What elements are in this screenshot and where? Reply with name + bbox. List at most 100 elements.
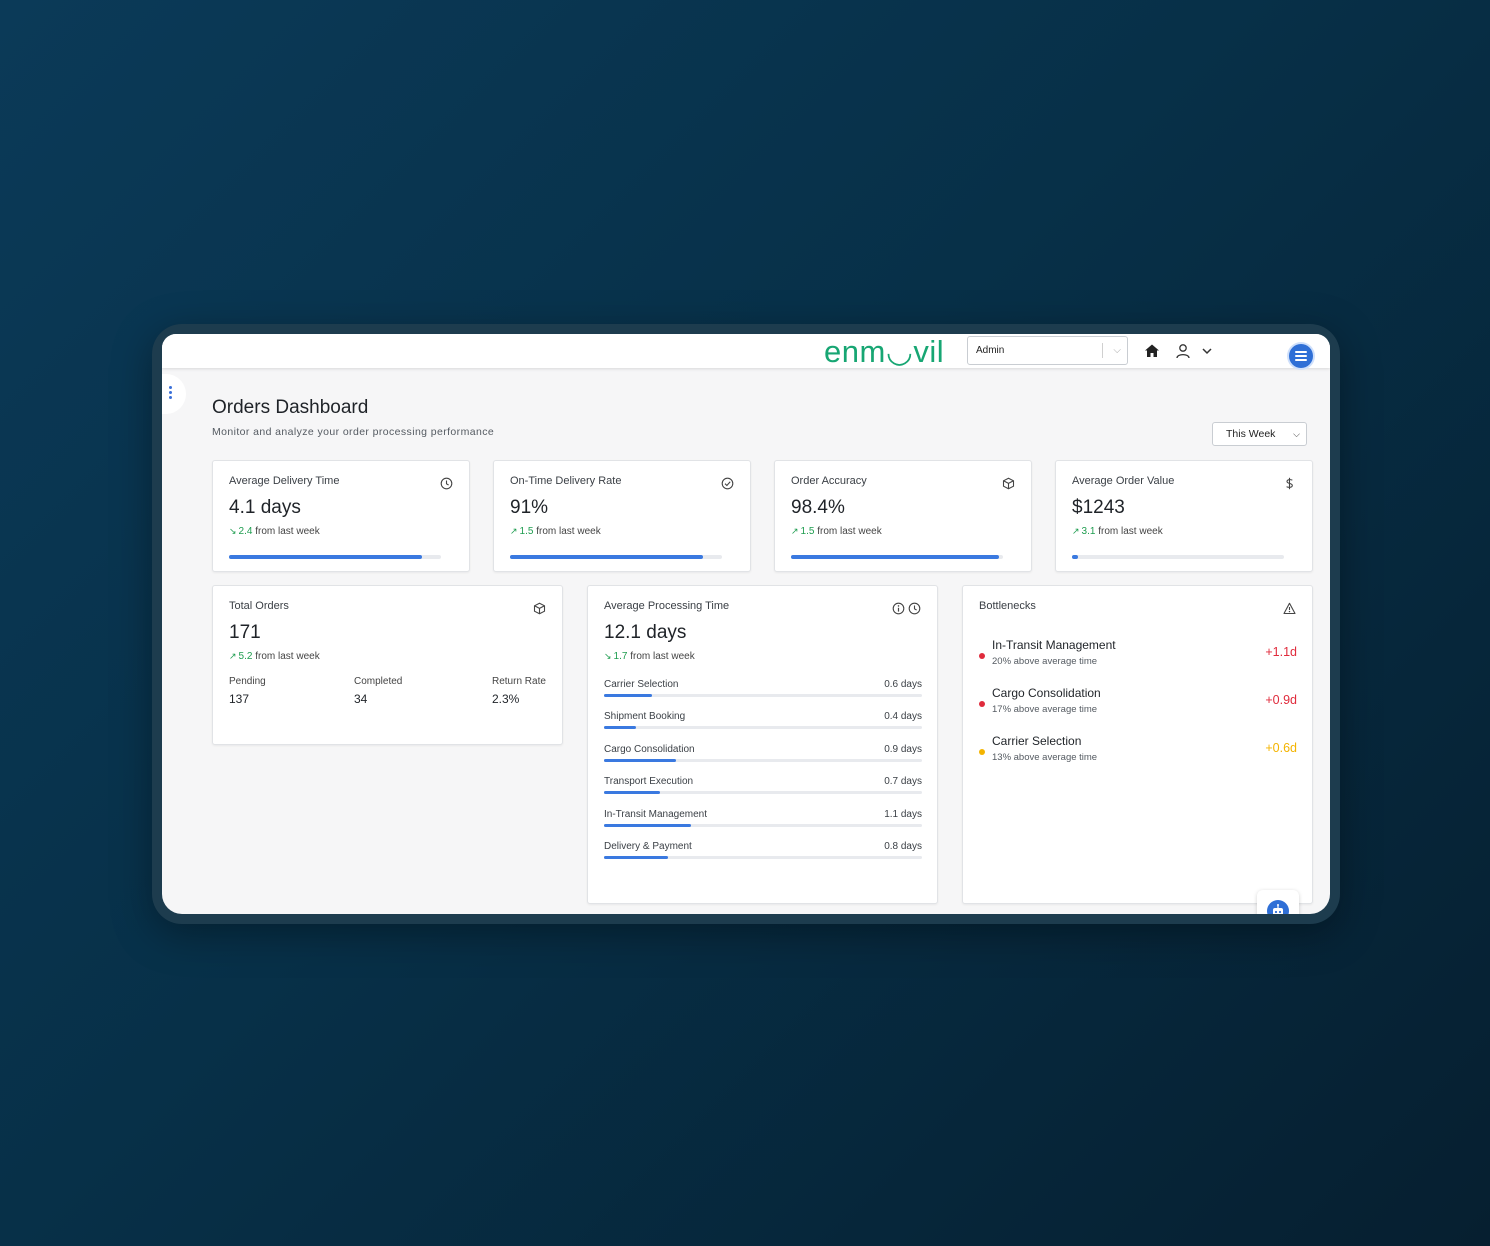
dots-icon: [169, 396, 172, 399]
dots-icon: [169, 391, 172, 394]
info-icon[interactable]: [892, 602, 905, 615]
process-step-fill: [604, 791, 660, 794]
kpi-progress-bar: [229, 555, 441, 559]
user-icon[interactable]: [1175, 343, 1191, 359]
status-dot: [979, 749, 985, 755]
dots-icon: [169, 386, 172, 389]
process-step: Transport Execution 0.7 days: [604, 776, 922, 802]
process-step: In-Transit Management 1.1 days: [604, 809, 922, 835]
menu-button[interactable]: [1289, 344, 1313, 368]
stat-value-completed: 34: [354, 692, 368, 706]
process-step-track: [604, 791, 922, 794]
process-step-fill: [604, 824, 692, 827]
kpi-value: 91%: [510, 497, 549, 518]
brand-logo[interactable]: enm◡vil: [824, 334, 944, 370]
bottleneck-item[interactable]: Carrier Selection 13% above average time…: [979, 734, 1297, 774]
home-icon[interactable]: [1144, 343, 1160, 359]
card-title: Bottlenecks: [979, 600, 1036, 612]
logo-text-start: enm: [824, 334, 886, 369]
process-step-value: 0.9 days: [884, 744, 922, 755]
role-select[interactable]: Admin ⌵: [967, 336, 1128, 365]
bottleneck-item[interactable]: Cargo Consolidation 17% above average ti…: [979, 686, 1297, 726]
trend-text: from last week: [817, 526, 882, 537]
stat-label-completed: Completed: [354, 676, 403, 687]
processing-time-value: 12.1 days: [604, 622, 687, 643]
process-step-track: [604, 824, 922, 827]
kpi-progress-fill: [229, 555, 422, 559]
trend-value: 1.7: [613, 651, 628, 662]
trend-text: from last week: [1098, 526, 1163, 537]
trend-text: from last week: [255, 651, 320, 662]
trend-up-icon: ↗: [791, 526, 799, 536]
bottleneck-delta: +0.9d: [1265, 693, 1297, 707]
bottlenecks-card: Bottlenecks In-Transit Management 20% ab…: [962, 585, 1313, 904]
trend-text: from last week: [536, 526, 601, 537]
kpi-trend: ↗ 3.1 from last week: [1072, 526, 1163, 537]
stat-value-pending: 137: [229, 692, 250, 706]
chatbot-button[interactable]: [1257, 890, 1299, 914]
process-step-track: [604, 759, 922, 762]
kpi-card-average-delivery-time: Average Delivery Time 4.1 days ↘ 2.4 from…: [212, 460, 470, 572]
kpi-value: $1243: [1072, 497, 1125, 518]
process-step-track: [604, 726, 922, 729]
box-icon: [533, 602, 546, 615]
process-step-value: 1.1 days: [884, 809, 922, 820]
process-step-value: 0.6 days: [884, 679, 922, 690]
process-step: Shipment Booking 0.4 days: [604, 711, 922, 737]
process-step-label: Cargo Consolidation: [604, 744, 695, 755]
trend-value: 1.5: [800, 526, 815, 537]
process-step-label: Delivery & Payment: [604, 841, 692, 852]
menu-line: [1295, 359, 1307, 361]
kpi-title: Average Order Value: [1072, 475, 1175, 487]
trend-up-icon: ↗: [510, 526, 518, 536]
logo-face: ◡: [885, 334, 914, 369]
trend-up-icon: ↗: [229, 651, 237, 661]
kpi-card-average-order-value: Average Order Value $1243 ↗ 3.1 from last…: [1055, 460, 1313, 572]
kpi-progress-fill: [510, 555, 703, 559]
kpi-card-order-accuracy: Order Accuracy 98.4% ↗ 1.5 from last week: [774, 460, 1032, 572]
process-step-track: [604, 694, 922, 697]
menu-line: [1295, 355, 1307, 357]
role-select-value: Admin: [976, 345, 1005, 356]
chevron-down-icon: ⌵: [1293, 429, 1300, 439]
kpi-progress-bar: [510, 555, 722, 559]
bottleneck-desc: 17% above average time: [992, 704, 1098, 715]
period-select[interactable]: This Week ⌵: [1212, 422, 1307, 446]
process-step-label: Transport Execution: [604, 776, 694, 787]
bot-icon: [1267, 900, 1289, 914]
clock-icon: [440, 477, 453, 490]
select-separator: [1102, 343, 1103, 358]
bottleneck-desc: 13% above average time: [992, 752, 1098, 763]
kpi-trend: ↗ 1.5 from last week: [510, 526, 601, 537]
bottleneck-name: Cargo Consolidation: [992, 686, 1101, 700]
box-icon: [1002, 477, 1015, 490]
bottleneck-desc: 20% above average time: [992, 656, 1098, 667]
process-step: Cargo Consolidation 0.9 days: [604, 744, 922, 770]
process-step-value: 0.7 days: [884, 776, 922, 787]
process-step-value: 0.8 days: [884, 841, 922, 852]
kpi-title: Order Accuracy: [791, 475, 867, 487]
card-trend: ↘ 1.7 from last week: [604, 651, 695, 662]
trend-down-icon: ↘: [229, 526, 237, 536]
chevron-down-icon[interactable]: [1200, 344, 1214, 358]
logo-text-end: vil: [913, 334, 945, 369]
process-step: Delivery & Payment 0.8 days: [604, 841, 922, 867]
bottleneck-item[interactable]: In-Transit Management 20% above average …: [979, 638, 1297, 678]
total-orders-value: 171: [229, 622, 261, 643]
bottleneck-delta: +1.1d: [1265, 645, 1297, 659]
process-step-label: Shipment Booking: [604, 711, 686, 722]
process-step-fill: [604, 694, 652, 697]
process-step-label: In-Transit Management: [604, 809, 708, 820]
bottleneck-name: Carrier Selection: [992, 734, 1082, 748]
clock-icon: [908, 602, 921, 615]
trend-value: 5.2: [238, 651, 253, 662]
kpi-card-on-time-delivery-rate: On-Time Delivery Rate 91% ↗ 1.5 from last…: [493, 460, 751, 572]
sidebar-toggle[interactable]: [162, 374, 186, 414]
process-step-fill: [604, 726, 636, 729]
process-step-fill: [604, 759, 676, 762]
kpi-title: On-Time Delivery Rate: [510, 475, 622, 487]
process-step-label: Carrier Selection: [604, 679, 679, 690]
app-screen: enm◡vil Admin ⌵ Orders Dashboard Monitor…: [162, 334, 1330, 914]
trend-value: 3.1: [1081, 526, 1096, 537]
trend-text: from last week: [255, 526, 320, 537]
